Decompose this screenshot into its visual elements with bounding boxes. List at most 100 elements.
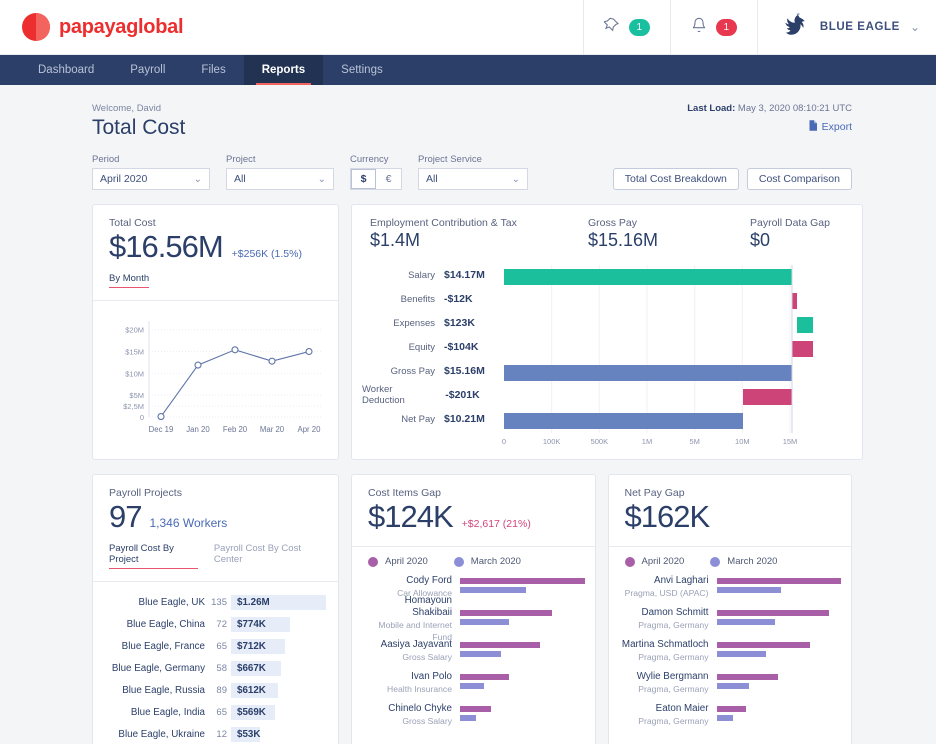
nav-item-dashboard[interactable]: Dashboard [20,55,112,85]
nav-item-files[interactable]: Files [183,55,243,85]
gap-subtitle: Gross Salary [364,715,452,727]
chevron-down-icon[interactable]: ⌄ [910,20,920,34]
welcome-text: Welcome, David [92,103,185,114]
legend-dot-icon [454,557,464,567]
gap-row[interactable]: Ivan PoloHealth Insurance [352,667,595,699]
legend-label: April 2020 [642,556,685,567]
kpi-employment-contribution: Employment Contribution & Tax $1.4M [370,217,588,251]
cost-items-gap-legend: April 2020 March 2020 [352,547,595,571]
gap-row[interactable]: Homayoun ShakibaiiMobile and Internet Fu… [352,603,595,635]
nav-item-settings[interactable]: Settings [323,55,401,85]
gap-bars [717,642,842,660]
project-name: Blue Eagle, India [99,707,205,718]
project-label: Project [226,154,334,165]
net-pay-gap-title: Net Pay Gap [625,487,836,499]
notification-badge: 1 [716,19,737,36]
period-value: April 2020 [100,173,147,185]
project-row[interactable]: Blue Eagle, France65$712K [99,635,326,657]
project-row[interactable]: Blue Eagle, China72$774K [99,613,326,635]
legend-label: March 2020 [727,556,777,567]
gap-row[interactable]: Wylie BergmannPragma, Germany [609,667,852,699]
chevron-down-icon: ⌄ [194,174,202,185]
chevron-down-icon: ⌄ [512,174,520,185]
project-worker-count: 12 [205,729,231,740]
period-select[interactable]: April 2020 ⌄ [92,168,210,190]
project-row[interactable]: Blue Eagle, UK135$1.26M [99,591,326,613]
gap-row[interactable]: Anvi LaghariPragma, USD (APAC) [609,571,852,603]
waterfall-category: Gross Pay [391,366,435,377]
total-cost-card: Total Cost $16.56M +$256K (1.5%) By Mont… [92,204,339,460]
kpi-label: Employment Contribution & Tax [370,217,588,229]
project-row[interactable]: Blue Eagle, Germany58$667K [99,657,326,679]
waterfall-category: Equity [409,342,435,353]
project-service-filter: Project Service All ⌄ [418,154,528,190]
legend-item-april: April 2020 [625,556,685,567]
total-cost-line-chart: $20M$15M$10M$5M$2,5M0Dec 19Jan 20Feb 20M… [93,301,338,456]
gap-person-name: Damon Schmitt [621,607,709,619]
payroll-projects-list: Blue Eagle, UK135$1.26MBlue Eagle, China… [93,582,338,744]
project-row[interactable]: Blue Eagle, India65$569K [99,701,326,723]
gap-row[interactable]: Chinelo ChykeGross Salary [352,699,595,731]
net-pay-gap-header: Net Pay Gap $162K [609,475,852,546]
waterfall-row: Salary$14.17M [362,263,502,287]
svg-text:100K: 100K [543,437,561,446]
svg-text:Mar 20: Mar 20 [260,425,285,434]
project-service-label: Project Service [418,154,528,165]
project-value: $569K [237,705,266,720]
payroll-projects-header: Payroll Projects 97 1,346 Workers Payrol… [93,475,338,581]
legend-item-april: April 2020 [368,556,428,567]
pin-badge: 1 [629,19,650,36]
tab-cost-by-project[interactable]: Payroll Cost By Project [109,543,198,569]
gap-bars [460,674,585,692]
tab-by-month[interactable]: By Month [109,273,149,288]
currency-eur-option[interactable]: € [376,169,401,189]
gap-row[interactable]: Martina SchmatlochPragma, Germany [609,635,852,667]
gap-labels: Ivan PoloHealth Insurance [364,671,460,695]
gap-bar-april [717,642,810,648]
nav-item-payroll[interactable]: Payroll [112,55,183,85]
waterfall-chart: Salary$14.17MBenefits-$12KExpenses$123KE… [352,259,862,459]
svg-text:Feb 20: Feb 20 [223,425,248,434]
gap-row[interactable]: Eaton MaierPragma, Germany [609,699,852,731]
period-label: Period [92,154,210,165]
gap-bar-march [717,587,782,593]
waterfall-value: $14.17M [444,269,502,281]
project-name: Blue Eagle, France [99,641,205,652]
export-button[interactable]: Export [687,120,852,134]
project-row[interactable]: Blue Eagle, Ukraine12$53K [99,723,326,744]
gap-row[interactable]: Damon SchmittPragma, Germany [609,603,852,635]
project-bar: $1.26M [231,595,326,610]
kpi-label: Payroll Data Gap [750,217,830,229]
net-pay-gap-list: Anvi LaghariPragma, USD (APAC)Damon Schm… [609,571,852,731]
pinned-button[interactable]: 1 [583,0,670,55]
project-row[interactable]: Blue Eagle, Russia89$612K [99,679,326,701]
waterfall-row: Worker Deduction-$201K [362,383,502,407]
legend-label: April 2020 [385,556,428,567]
chevron-down-icon: ⌄ [318,174,326,185]
nav-item-reports[interactable]: Reports [244,55,323,85]
notifications-button[interactable]: 1 [670,0,757,55]
gap-bar-march [460,683,484,689]
gap-row[interactable]: Aasiya JayavantGross Salary [352,635,595,667]
pin-icon [604,17,620,38]
brand-logo[interactable]: papayaglobal [22,13,183,41]
breakdown-kpis: Employment Contribution & Tax $1.4M Gros… [352,205,862,259]
project-service-select[interactable]: All ⌄ [418,168,528,190]
last-load-label: Last Load: [687,103,735,114]
cost-comparison-button[interactable]: Cost Comparison [747,168,852,190]
total-cost-breakdown-button[interactable]: Total Cost Breakdown [613,168,739,190]
gap-bars [460,706,585,724]
tab-cost-by-cost-center[interactable]: Payroll Cost By Cost Center [214,543,322,569]
currency-usd-option[interactable]: $ [351,169,376,189]
last-load-value: May 3, 2020 08:10:21 UTC [738,103,852,114]
total-cost-tabs: By Month [109,273,322,288]
legend-item-march: March 2020 [454,556,521,567]
gap-labels: Aasiya JayavantGross Salary [364,639,460,663]
currency-toggle[interactable]: $ € [350,168,402,190]
account-menu[interactable]: BLUE EAGLE ⌄ [757,0,936,55]
project-bar: $569K [231,705,326,720]
page-title: Total Cost [92,116,185,140]
project-select[interactable]: All ⌄ [226,168,334,190]
waterfall-category: Expenses [393,318,435,329]
project-filter: Project All ⌄ [226,154,334,190]
